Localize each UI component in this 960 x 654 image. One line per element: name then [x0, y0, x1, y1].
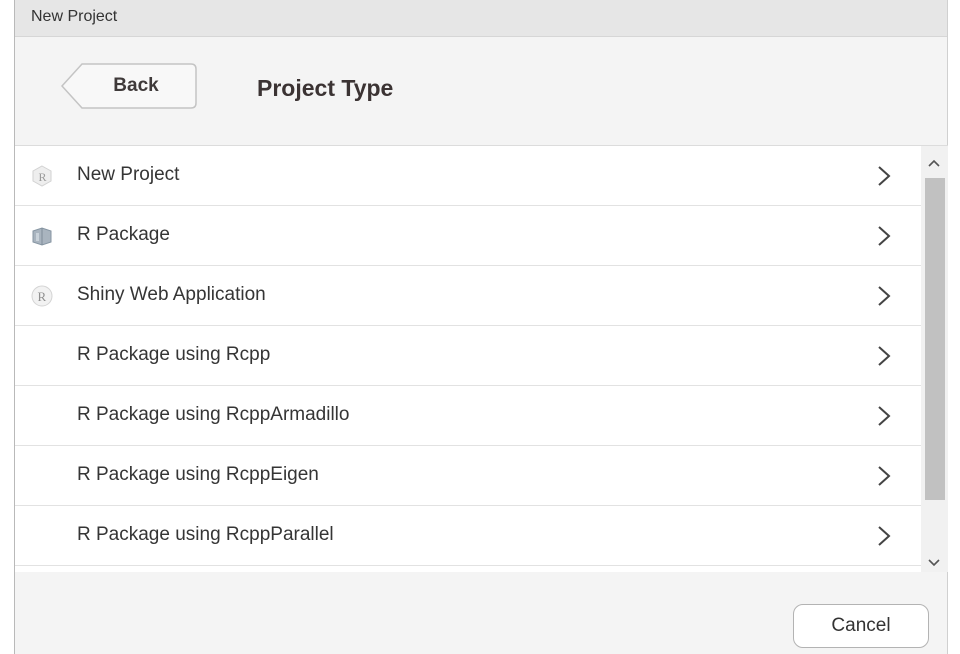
back-button-label: Back [113, 75, 159, 96]
chevron-right-icon [877, 165, 891, 187]
dialog-header: Back Project Type [15, 37, 947, 145]
r-project-icon: R [31, 165, 53, 187]
list-item-label: R Package using RcppEigen [77, 464, 319, 485]
chevron-right-icon [877, 405, 891, 427]
chevron-right-icon [877, 465, 891, 487]
dialog-footer: Cancel [15, 572, 947, 654]
svg-text:R: R [39, 170, 47, 184]
svg-text:R: R [38, 289, 47, 304]
window-title: New Project [31, 8, 118, 25]
package-icon [31, 225, 53, 247]
chevron-right-icon [877, 345, 891, 367]
list-item-label: New Project [77, 164, 180, 185]
chevron-right-icon [877, 225, 891, 247]
list-item-r-package-rcppeigen[interactable]: R Package using RcppEigen [15, 446, 921, 506]
scroll-down-arrow-icon[interactable] [928, 554, 940, 572]
cancel-button[interactable]: Cancel [793, 604, 929, 648]
list-item-new-project[interactable]: R New Project [15, 146, 921, 206]
list-item-shiny-web-application[interactable]: R Shiny Web Application [15, 266, 921, 326]
shiny-icon: R [31, 285, 53, 307]
list-item-label: R Package using Rcpp [77, 344, 271, 365]
list-item-r-package-rcppparallel[interactable]: R Package using RcppParallel [15, 506, 921, 566]
list-item-label: Shiny Web Application [77, 284, 266, 305]
vertical-scrollbar[interactable] [921, 145, 948, 572]
project-type-list: R New Project R Package R Shiny Web Appl… [15, 145, 921, 573]
list-item-r-package-rcpp[interactable]: R Package using Rcpp [15, 326, 921, 386]
chevron-right-icon [877, 285, 891, 307]
chevron-right-icon [877, 525, 891, 547]
list-item-label: R Package using RcppParallel [77, 524, 334, 545]
scrollbar-thumb[interactable] [925, 178, 945, 500]
scroll-up-arrow-icon[interactable] [928, 154, 940, 172]
list-item-label: R Package using RcppArmadillo [77, 404, 350, 425]
list-item-r-package-rcpparmadillo[interactable]: R Package using RcppArmadillo [15, 386, 921, 446]
list-item-r-package[interactable]: R Package [15, 206, 921, 266]
page-title: Project Type [257, 75, 394, 101]
new-project-dialog: New Project Back Project Type R New Proj… [14, 0, 948, 654]
back-button[interactable]: Back [61, 63, 197, 109]
title-bar: New Project [15, 0, 947, 37]
list-item-label: R Package [77, 224, 170, 245]
